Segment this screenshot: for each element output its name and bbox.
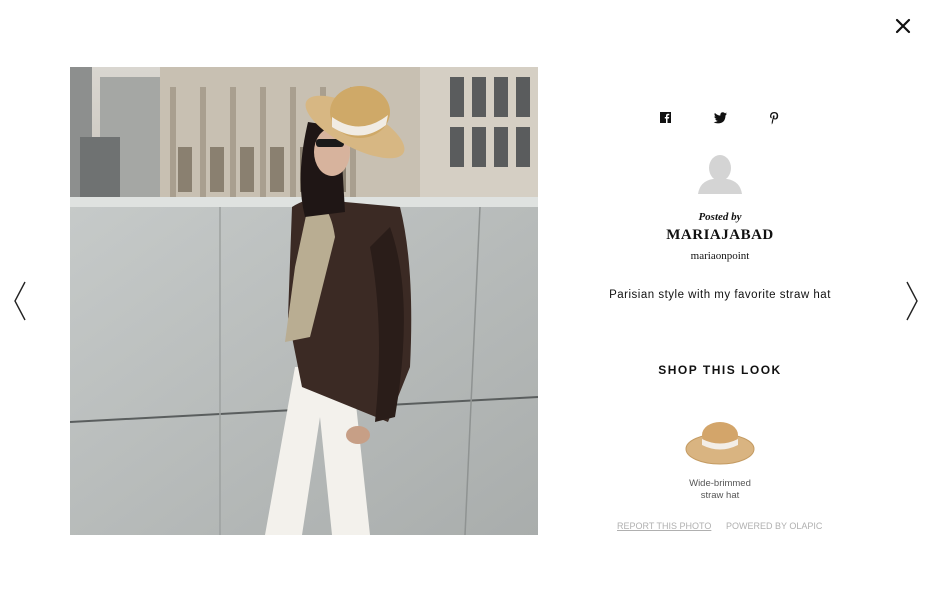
ugc-photo [70,67,538,535]
avatar [698,154,742,194]
pinterest-icon [769,112,779,125]
product-name: Wide-brimmed straw hat [689,478,751,501]
twitter-icon [713,112,727,124]
share-facebook-button[interactable] [658,110,674,126]
next-photo-button[interactable] [905,280,919,322]
straw-hat-product-image [685,422,755,465]
author-username: MARIAJABAD [666,227,774,243]
chevron-left-icon [14,281,26,321]
avatar-placeholder-icon [698,155,742,194]
powered-by-olapic: POWERED BY OLAPIC [726,521,823,531]
report-photo-link[interactable]: REPORT THIS PHOTO [617,521,711,531]
photo-caption: Parisian style with my favorite straw ha… [609,289,831,301]
product-card[interactable]: Wide-brimmed straw hat [670,412,770,502]
shop-this-look-heading: SHOP THIS LOOK [658,363,782,377]
close-button[interactable] [893,16,913,36]
posted-by-label: Posted by [698,211,742,223]
close-icon [895,18,911,34]
share-twitter-button[interactable] [712,110,728,126]
chevron-right-icon [906,281,918,321]
facebook-icon [660,112,671,123]
author-handle: mariaonpoint [690,250,750,262]
previous-photo-button[interactable] [13,280,27,322]
share-pinterest-button[interactable] [766,110,782,126]
